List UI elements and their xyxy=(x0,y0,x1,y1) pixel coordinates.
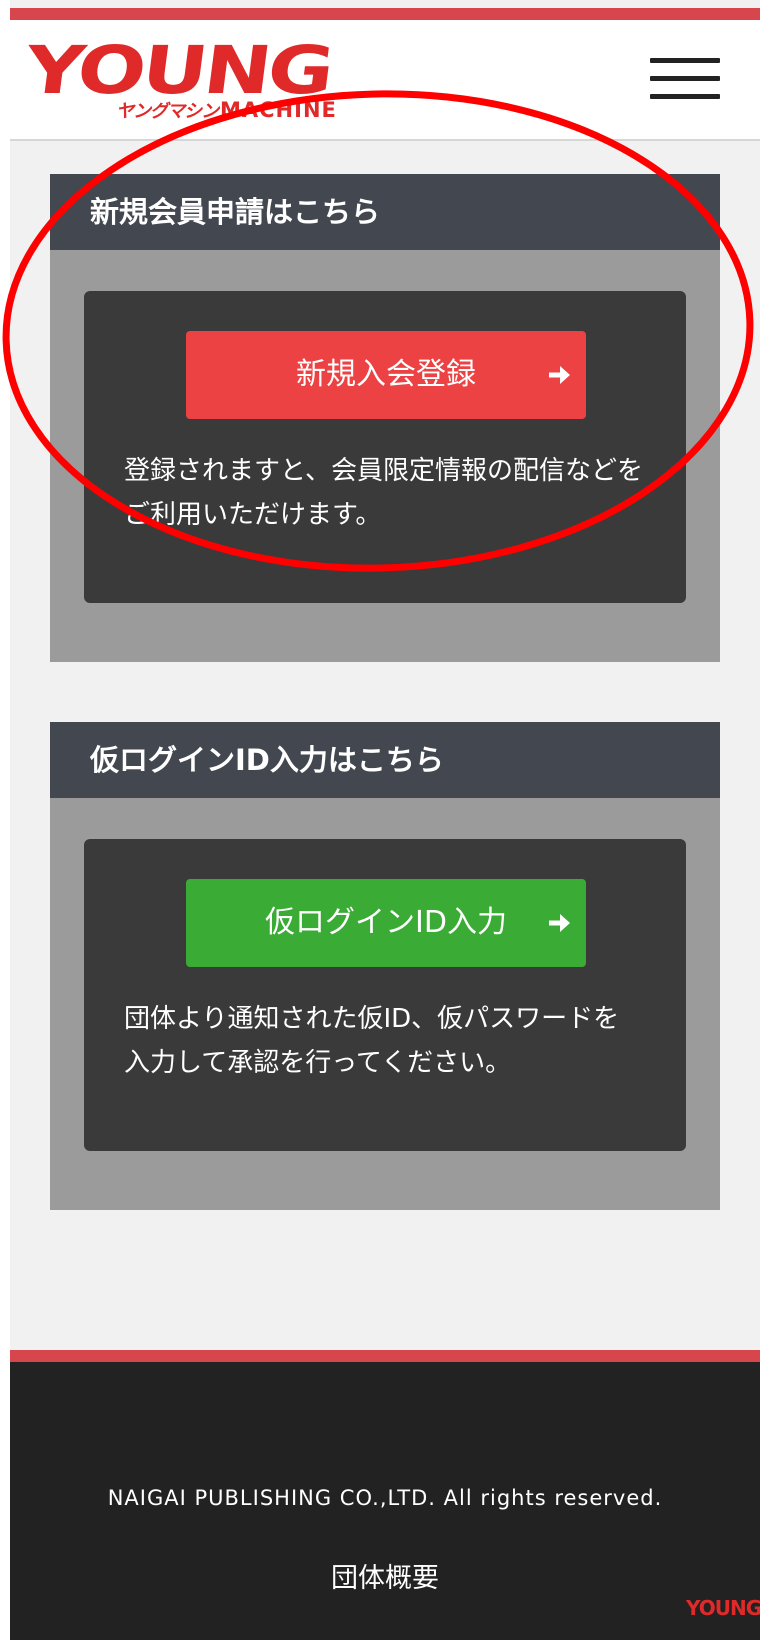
logo-subtitle: ヤングマシンMACHINE xyxy=(116,100,337,122)
menu-bar-bottom xyxy=(650,94,720,99)
header-top-stripe xyxy=(10,8,760,20)
young-machine-logo[interactable]: YOUNG ヤングマシンMACHINE xyxy=(21,32,350,138)
page-margin-right xyxy=(760,0,770,1640)
signup-card: 新規入会登録 登録されますと、会員限定情報の配信などをご利用いただけます。 xyxy=(84,291,686,603)
copyright-text: NAIGAI PUBLISHING CO.,LTD. All rights re… xyxy=(107,1486,663,1510)
signup-panel-heading: 新規会員申請はこちら xyxy=(50,174,720,250)
arrow-right-icon xyxy=(549,914,570,932)
footer-logo[interactable]: YOUNG xyxy=(686,1598,760,1618)
signup-description: 登録されますと、会員限定情報の配信などをご利用いただけます。 xyxy=(124,456,643,530)
temp-login-panel: 仮ログインID入力はこちら 仮ログインID入力 団体より通知された仮ID、仮パス… xyxy=(50,722,720,1210)
site-header: YOUNG ヤングマシンMACHINE xyxy=(10,20,760,141)
temp-login-button[interactable]: 仮ログインID入力 xyxy=(186,879,586,967)
menu-bar-top xyxy=(650,58,720,63)
site-footer: NAIGAI PUBLISHING CO.,LTD. All rights re… xyxy=(10,1362,760,1640)
temp-login-description: 団体より通知された仮ID、仮パスワードを入力して承認を行ってください。 xyxy=(124,1004,620,1078)
footer-link-about[interactable]: 団体概要 xyxy=(10,1556,760,1595)
signup-button-label: 新規入会登録 xyxy=(296,357,476,392)
signup-button[interactable]: 新規入会登録 xyxy=(186,331,586,419)
signup-panel: 新規会員申請はこちら 新規入会登録 登録されますと、会員限定情報の配信などをご利… xyxy=(50,174,720,662)
page: YOUNG ヤングマシンMACHINE 新規会員申請はこちら 新規入会登録 登録… xyxy=(10,0,760,1640)
hamburger-menu-icon[interactable] xyxy=(650,56,722,106)
logo-wordmark: YOUNG xyxy=(20,32,336,109)
menu-bar-middle xyxy=(650,76,720,81)
page-margin-left xyxy=(0,0,10,1640)
logo-subtitle-kana: ヤングマシン xyxy=(116,101,219,122)
temp-login-card: 仮ログインID入力 団体より通知された仮ID、仮パスワードを入力して承認を行って… xyxy=(84,839,686,1151)
logo-subtitle-word: MACHINE xyxy=(220,98,337,122)
temp-login-button-label: 仮ログインID入力 xyxy=(265,905,507,940)
arrow-right-icon xyxy=(549,366,570,384)
temp-login-panel-heading: 仮ログインID入力はこちら xyxy=(50,722,720,798)
footer-top-stripe xyxy=(10,1350,760,1362)
